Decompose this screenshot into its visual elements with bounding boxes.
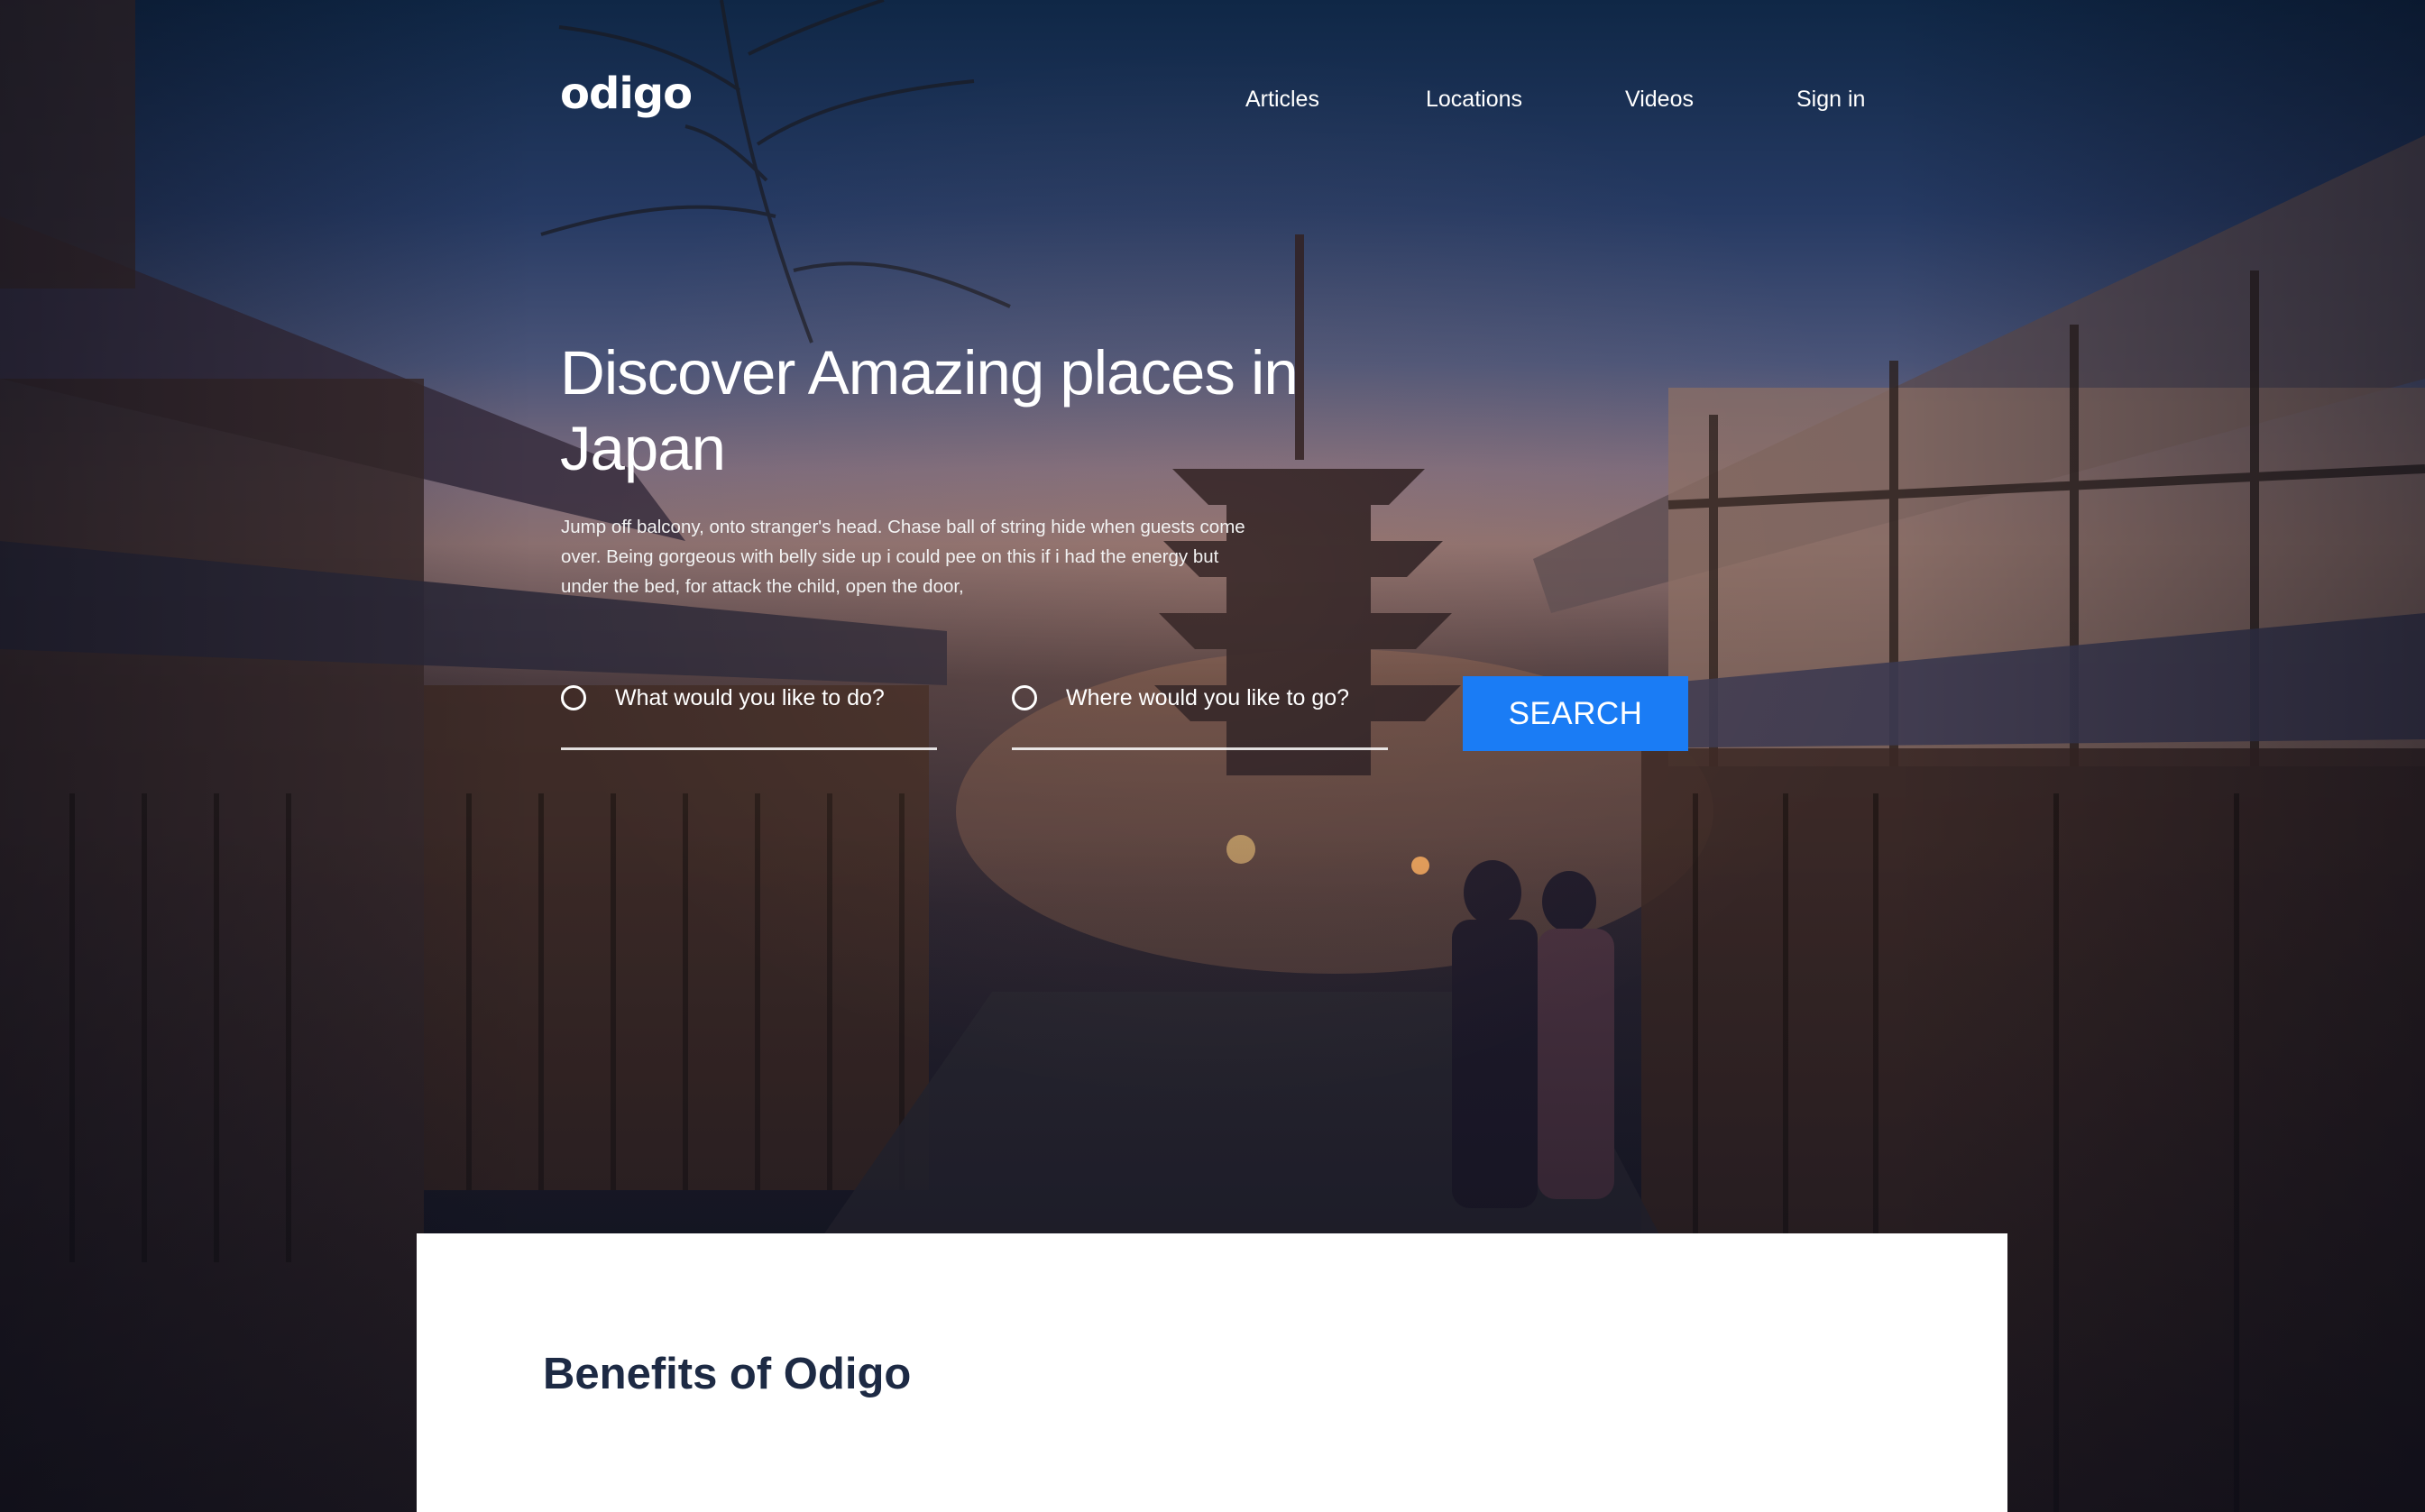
nav-videos-link[interactable]: Videos xyxy=(1625,87,1694,113)
circle-icon xyxy=(1012,685,1037,710)
hero-title: Discover Amazing places in Japan xyxy=(560,338,1299,483)
activity-input[interactable] xyxy=(615,680,922,716)
odigo-logo[interactable]: odigo xyxy=(560,69,693,119)
nav-sign-in-link[interactable]: Sign in xyxy=(1796,87,1865,113)
hero-description: Jump off balcony, onto stranger's head. … xyxy=(561,517,1245,597)
benefits-panel: Benefits of Odigo xyxy=(417,1233,2007,1512)
circle-icon xyxy=(561,685,586,710)
activity-search-field[interactable] xyxy=(561,674,937,750)
search-button[interactable]: SEARCH xyxy=(1463,676,1688,751)
location-input[interactable] xyxy=(1066,680,1373,716)
benefits-title: Benefits of Odigo xyxy=(543,1350,912,1398)
location-search-field[interactable] xyxy=(1012,674,1388,750)
nav-articles-link[interactable]: Articles xyxy=(1245,87,1319,113)
nav-locations-link[interactable]: Locations xyxy=(1426,87,1522,113)
